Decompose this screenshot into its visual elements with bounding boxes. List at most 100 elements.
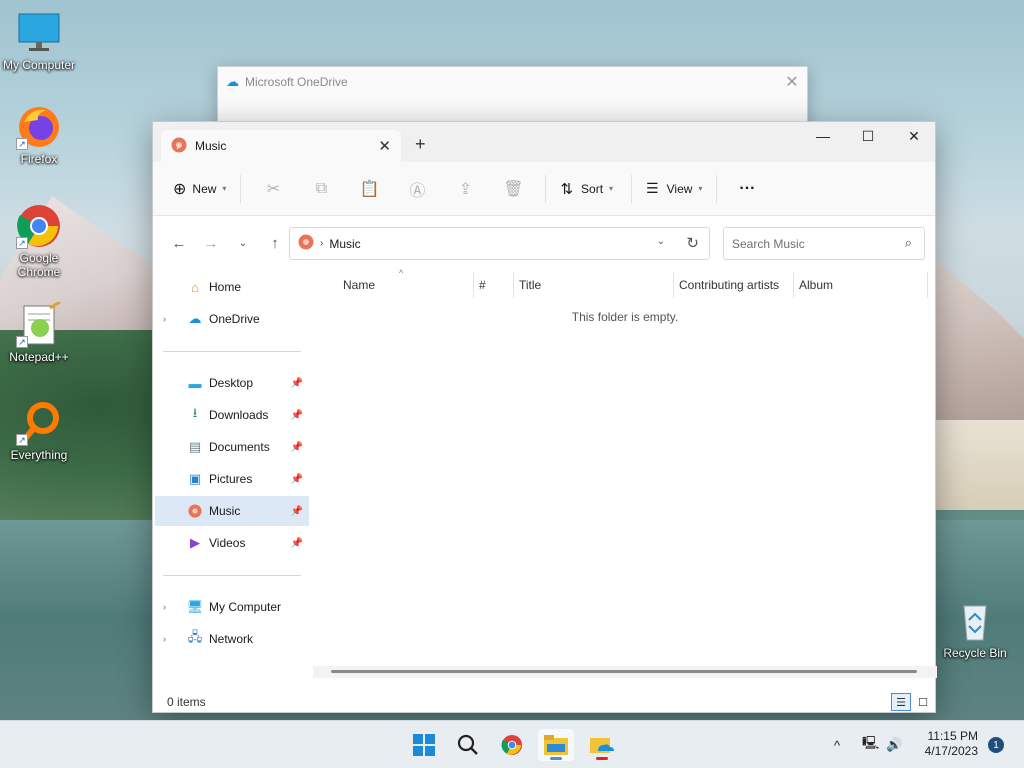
chevron-down-icon: ▾ [609,184,614,193]
home-icon: ⌂ [191,279,199,295]
paste-icon[interactable]: 📋 [345,173,393,205]
column-divider[interactable] [927,272,928,298]
divider [163,575,301,576]
sidebar-item-network[interactable]: › 🖧 Network [155,624,309,654]
column-header-contributing-artists[interactable]: Contributing artists [679,270,779,300]
wallpaper-shore [924,420,1024,510]
sidebar-item-downloads[interactable]: ⭳ Downloads 📌 [155,400,309,430]
onedrive-cloud-icon: ☁ [226,74,239,89]
back-arrow-icon[interactable]: ← [163,227,195,259]
svg-text:♪: ♪ [176,141,181,151]
breadcrumb-chevron-icon[interactable]: › [320,238,323,249]
shortcut-arrow-icon: ↗ [16,138,28,150]
more-icon: ··· [739,179,756,197]
desktop-icon-recycle-bin[interactable]: Recycle Bin [937,598,1013,660]
pin-icon[interactable]: 📌 [291,506,303,517]
column-divider[interactable] [673,272,674,298]
column-divider[interactable] [473,272,474,298]
chevron-right-icon[interactable]: › [163,602,177,612]
forward-arrow-icon[interactable]: → [195,227,227,259]
up-arrow-icon[interactable]: ↑ [259,227,291,259]
column-divider[interactable] [793,272,794,298]
view-button[interactable]: ☰ View ▾ [640,173,708,205]
search-box[interactable]: ⌕ [723,227,925,260]
clock[interactable]: 11:15 PM 4/17/2023 [918,729,978,759]
column-header-album[interactable]: Album [799,270,833,300]
breadcrumb-music[interactable]: Music [329,237,360,251]
sort-button[interactable]: ⇅ Sort ▾ [554,173,619,205]
file-explorer-window[interactable]: ♪ Music ✕ + — ☐ ✕ ⊕ New ▾ ✂ ⧉ 📋 Ⓐ ⇪ 🗑 ⇅ … [152,121,937,713]
sidebar-item-my-computer[interactable]: › 🖥 My Computer [155,592,309,622]
sidebar-item-videos[interactable]: ▶ Videos 📌 [155,528,309,558]
close-icon[interactable]: ✕ [777,72,807,92]
cut-icon[interactable]: ✂ [249,173,297,205]
sidebar-item-label: My Computer [209,600,282,614]
desktop-folder-icon: ▬ [188,375,202,391]
pin-icon[interactable]: 📌 [291,474,303,485]
file-list[interactable]: Name ^ # Title Contributing artists Albu… [313,268,937,690]
chevron-right-icon[interactable]: › [163,634,177,644]
sidebar-item-music[interactable]: Music 📌 [155,496,309,526]
sidebar-item-label: Downloads [209,408,269,422]
pin-icon[interactable]: 📌 [291,378,303,389]
delete-icon[interactable]: 🗑 [489,173,537,205]
item-count: 0 items [167,695,206,709]
new-button[interactable]: ⊕ New ▾ [167,173,232,205]
sidebar-item-home[interactable]: ⌂ Home [155,272,309,302]
pin-icon[interactable]: 📌 [291,442,303,453]
refresh-icon[interactable]: ↻ [686,234,699,252]
start-windows-icon[interactable] [406,729,442,761]
music-folder-icon: ♪ [171,137,187,156]
copy-icon[interactable]: ⧉ [297,173,345,205]
details-view-icon[interactable]: ☰ [891,693,911,711]
taskbar-chrome-icon[interactable] [494,729,530,761]
chevron-right-icon[interactable]: › [163,314,177,324]
tab-music[interactable]: ♪ Music ✕ [161,130,401,162]
desktop-icon-notepadpp[interactable]: ↗ Notepad++ [1,300,77,364]
taskbar: ^ 🖳 🔊 11:15 PM 4/17/2023 1 [0,720,1024,768]
volume-icon[interactable]: 🔊 [886,721,902,768]
sidebar-item-pictures[interactable]: ▣ Pictures 📌 [155,464,309,494]
sidebar-item-label: Music [209,504,241,518]
desktop-icon-everything[interactable]: ↗ Everything [1,400,77,462]
desktop-icon-firefox[interactable]: ↗ Firefox [1,104,77,166]
column-header-title[interactable]: Title [519,270,541,300]
network-status-icon[interactable]: 🖳 [862,721,879,768]
address-dropdown-icon[interactable]: ⌄ [657,236,665,247]
pin-icon[interactable]: 📌 [291,538,303,549]
maximize-icon[interactable]: ☐ [845,122,891,150]
close-window-icon[interactable]: ✕ [891,122,937,150]
recent-locations-chevron-icon[interactable]: ⌄ [227,227,259,259]
desktop-icon-my-computer[interactable]: My Computer [1,10,77,72]
taskbar-file-explorer-icon[interactable] [538,729,574,761]
sidebar-item-desktop[interactable]: ▬ Desktop 📌 [155,368,309,398]
music-folder-icon [298,234,314,253]
column-header-name[interactable]: Name [343,270,375,300]
search-icon[interactable]: ⌕ [905,235,912,251]
address-row: ← → ⌄ ↑ › Music ⌄ ↻ ⌕ [153,216,935,270]
tab-label: Music [195,139,227,153]
sidebar-item-label: Network [209,632,254,646]
minimize-icon[interactable]: — [800,122,846,150]
taskbar-onedrive-icon[interactable] [584,729,620,761]
sidebar-item-documents[interactable]: ▤ Documents 📌 [155,432,309,462]
address-bar[interactable]: › Music ⌄ ↻ [289,227,710,260]
search-input[interactable] [732,236,882,251]
column-header-number[interactable]: # [479,270,486,300]
notification-badge[interactable]: 1 [988,737,1004,753]
new-tab-icon[interactable]: + [415,134,426,155]
share-icon[interactable]: ⇪ [441,173,489,205]
rename-icon[interactable]: Ⓐ [393,173,441,205]
close-tab-icon[interactable]: ✕ [378,137,391,155]
more-options-button[interactable]: ··· [725,173,769,205]
desktop-icon-chrome[interactable]: ↗ Google Chrome [1,203,77,279]
onedrive-cloud-icon: ☁ [188,311,202,326]
pin-icon[interactable]: 📌 [291,410,303,421]
horizontal-scrollbar-thumb[interactable] [331,670,917,673]
tiles-view-icon[interactable]: ☐ [913,693,933,711]
sidebar-item-onedrive[interactable]: › ☁ OneDrive [155,304,309,334]
taskbar-search-icon[interactable] [450,729,486,761]
show-hidden-icons-chevron-icon[interactable]: ^ [834,721,840,768]
column-label: Name [343,278,376,292]
column-divider[interactable] [513,272,514,298]
